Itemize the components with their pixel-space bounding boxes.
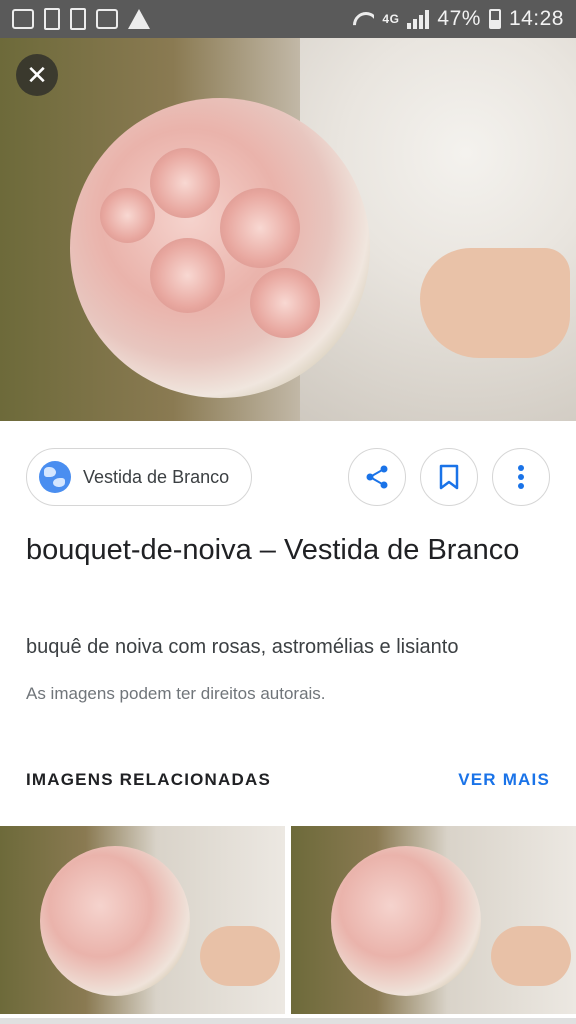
clock: 14:28 bbox=[508, 7, 564, 30]
bouquet-area bbox=[40, 846, 190, 996]
save-button[interactable] bbox=[420, 448, 478, 506]
system-status: 4G 47% 14:28 bbox=[352, 7, 564, 31]
see-more-link[interactable]: VER MAIS bbox=[458, 770, 550, 790]
source-chip[interactable]: Vestida de Branco bbox=[26, 448, 253, 506]
rose bbox=[250, 268, 320, 338]
clock-document-icon bbox=[70, 8, 86, 30]
rose bbox=[150, 238, 225, 313]
preview-image[interactable] bbox=[0, 38, 576, 421]
hand-area bbox=[200, 926, 280, 986]
action-buttons bbox=[348, 448, 550, 506]
bouquet-area bbox=[331, 846, 481, 996]
battery-icon bbox=[488, 9, 501, 29]
related-heading: IMAGENS RELACIONADAS bbox=[26, 770, 272, 789]
source-row: Vestida de Branco bbox=[26, 448, 550, 506]
battery-percentage: 47% bbox=[437, 7, 481, 30]
rose bbox=[150, 148, 220, 218]
source-name: Vestida de Branco bbox=[83, 466, 230, 487]
hand-area bbox=[491, 926, 571, 986]
close-icon: ✕ bbox=[26, 60, 48, 90]
warning-icon bbox=[128, 9, 150, 29]
related-images bbox=[0, 826, 576, 1014]
image-description: buquê de noiva com rosas, astromélias e … bbox=[26, 636, 459, 658]
rose bbox=[100, 188, 155, 243]
more-button[interactable] bbox=[492, 448, 550, 506]
hand-area bbox=[420, 248, 570, 358]
share-button[interactable] bbox=[348, 448, 406, 506]
recycle-icon bbox=[44, 8, 60, 30]
share-icon bbox=[366, 465, 388, 489]
status-bar: 4G 47% 14:28 bbox=[0, 0, 576, 38]
related-image-thumbnail[interactable] bbox=[291, 826, 576, 1014]
related-header: IMAGENS RELACIONADAS VER MAIS bbox=[26, 770, 550, 790]
page-title[interactable]: bouquet-de-noiva – Vestida de Branco bbox=[26, 526, 546, 574]
bookmark-icon bbox=[439, 464, 459, 490]
signal-icon bbox=[407, 9, 430, 29]
voicemail-icon bbox=[96, 9, 118, 29]
rose bbox=[220, 188, 300, 268]
next-row-edge bbox=[0, 1018, 576, 1024]
network-type: 4G bbox=[382, 12, 400, 26]
related-image-thumbnail[interactable] bbox=[0, 826, 285, 1014]
wifi-icon bbox=[352, 10, 374, 28]
copyright-notice: As imagens podem ter direitos autorais. bbox=[26, 684, 326, 703]
more-vertical-icon bbox=[518, 465, 524, 489]
globe-icon bbox=[39, 461, 71, 493]
bouquet-area bbox=[70, 98, 370, 398]
gallery-icon bbox=[12, 9, 34, 29]
close-button[interactable]: ✕ bbox=[16, 54, 58, 96]
notification-icons bbox=[12, 8, 150, 30]
